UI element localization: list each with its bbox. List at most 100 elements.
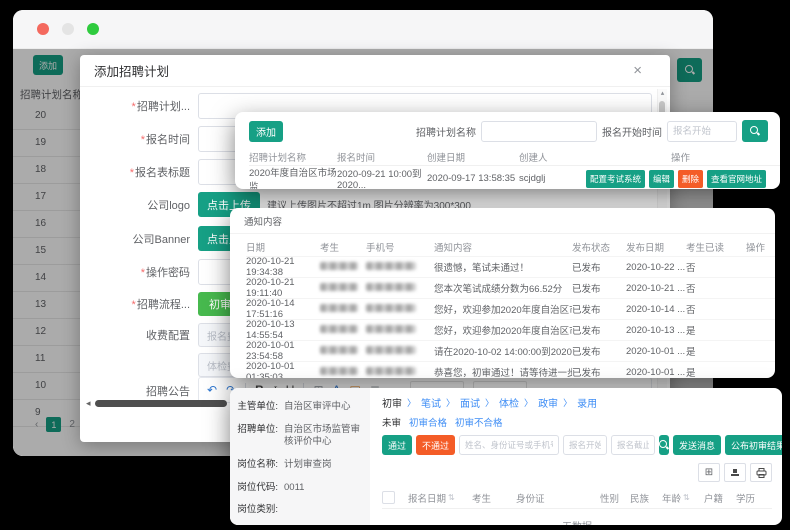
search-time-label: 报名开始时间 [602, 124, 662, 139]
table-row: 2020-10-21 19:11:40您本次笔试成绩分数为66.52分已发布20… [246, 278, 775, 299]
content-cell: 您好，欢迎参加2020年度自治区市场... [434, 302, 572, 316]
header-checkbox-cell [382, 491, 408, 504]
row-action-button[interactable]: 查看官网地址 [707, 170, 766, 188]
info-value: 0011 [284, 482, 304, 494]
row-action-button[interactable]: 编辑 [649, 170, 674, 188]
minimize-window-icon[interactable] [62, 23, 74, 35]
status-filter[interactable]: 初审合格 [409, 415, 447, 429]
column-header: 户籍 [704, 491, 736, 505]
notice-table-header: 日期考生手机号通知内容发布状态发布日期考生已读操作 [246, 237, 775, 257]
column-header: 学历 [736, 491, 766, 505]
read-cell: 是 [686, 365, 746, 378]
scroll-up-icon[interactable]: ▴ [658, 89, 667, 99]
step-tabs: 初审〉笔试〉面试〉体检〉政审〉录用 [382, 395, 772, 410]
modal-title: 添加招聘计划 [94, 61, 169, 80]
modal-header: 添加招聘计划 × [80, 55, 670, 87]
info-item: 岗位名称:计划审查岗 [236, 459, 360, 471]
hscroll-thumb[interactable] [95, 400, 227, 407]
step-separator-icon: 〉 [407, 396, 416, 409]
candidate-cell [320, 346, 366, 357]
scroll-left-icon[interactable]: ◂ [86, 398, 91, 409]
add-plan-button[interactable]: 添加 [249, 121, 283, 142]
content-cell: 您好，欢迎参加2020年度自治区市场... [434, 323, 572, 337]
row-action-button[interactable]: 删除 [678, 170, 703, 188]
column-header: 性别 [600, 491, 630, 505]
column-header: 报名时间 [337, 150, 427, 164]
content-cell: 您本次笔试成绩分数为66.52分 [434, 281, 572, 295]
review-panel: 主管单位:自治区审评中心招聘单位:自治区市场监管审核评价中心岗位名称:计划审查岗… [230, 388, 782, 525]
table-row: 2020-10-13 14:55:54 您好，欢迎参加2020年度自治区市场...… [246, 320, 775, 341]
info-label: 岗位代码: [236, 482, 278, 494]
plan-name-search-input[interactable] [481, 121, 597, 142]
table-row: 2020-10-14 17:51:16您好，欢迎参加2020年度自治区市场...… [246, 299, 775, 320]
column-header: 年龄⇅ [662, 491, 704, 505]
publish-date-cell: 2020-10-14 ... [626, 304, 686, 315]
step-tab[interactable]: 笔试 [421, 395, 441, 410]
close-icon[interactable]: × [633, 62, 642, 79]
info-label: 招聘单位: [236, 424, 278, 448]
maximize-window-icon[interactable] [87, 23, 99, 35]
window-titlebar [13, 10, 713, 49]
send-message-button[interactable]: 发送消息 [673, 435, 721, 455]
banner-label: 公司Banner [80, 231, 198, 247]
row-action-button[interactable]: 配置考试系统 [586, 170, 645, 188]
status-cell: 已发布 [572, 281, 626, 295]
signup-start-input[interactable] [667, 121, 737, 142]
search-button[interactable] [659, 435, 669, 455]
column-header: 手机号 [366, 240, 434, 254]
publish-date-cell: 2020-10-01 ... [626, 346, 686, 357]
candidate-search-input[interactable] [459, 435, 559, 455]
date-cell: 2020-10-13 14:55:54 [246, 319, 320, 341]
undo-icon[interactable]: ↶ [207, 384, 217, 396]
pass-button[interactable]: 通过 [382, 435, 412, 455]
search-icon [659, 440, 669, 450]
candidate-cell [320, 304, 366, 315]
close-window-icon[interactable] [37, 23, 49, 35]
horizontal-scrollbar[interactable]: ◂ [86, 398, 227, 409]
status-filter[interactable]: 初审不合格 [455, 415, 503, 429]
review-main: 初审〉笔试〉面试〉体检〉政审〉录用 未审初审合格初审不合格 通过 不通过 发送消… [370, 388, 782, 525]
step-tab[interactable]: 体检 [499, 395, 519, 410]
search-button[interactable] [742, 120, 768, 142]
publish-result-button[interactable]: 公布初审结果 [725, 435, 782, 455]
sort-icon[interactable]: ⇅ [448, 493, 455, 502]
step-tab[interactable]: 录用 [577, 395, 597, 410]
stamp-icon[interactable] [724, 463, 746, 482]
print-icon[interactable] [750, 463, 772, 482]
column-header: 招聘计划名称 [249, 150, 337, 164]
date-cell: 2020-10-01 23:54:58 [246, 340, 320, 362]
signup-end-input[interactable] [611, 435, 655, 455]
step-separator-icon: 〉 [485, 396, 494, 409]
plan-name-cell: 2020年度自治区市场监... [249, 165, 337, 190]
table-row: 2020-10-21 19:34:38很遗憾，笔试未通过！已发布2020-10-… [246, 257, 775, 278]
plan-table-header: 招聘计划名称报名时间创建日期创建人操作 [249, 148, 780, 166]
read-cell: 否 [686, 281, 746, 295]
signup-start-input[interactable] [563, 435, 607, 455]
column-header: 操作 [581, 150, 780, 164]
step-tab[interactable]: 政审 [538, 395, 558, 410]
date-cell: 2020-10-21 19:11:40 [246, 277, 320, 299]
info-item: 主管单位:自治区审评中心 [236, 401, 360, 413]
status-filter[interactable]: 未审 [382, 415, 401, 429]
step-tab[interactable]: 初审 [382, 395, 402, 410]
plan-toolbar: 添加 招聘计划名称 报名开始时间 [235, 112, 780, 148]
plan-creator-cell: scjdglj [519, 173, 581, 184]
step-tab[interactable]: 面试 [460, 395, 480, 410]
status-cell: 已发布 [572, 365, 626, 378]
sort-icon[interactable]: ⇅ [683, 493, 690, 502]
info-item: 岗位代码: 0011 [236, 482, 360, 494]
info-item: 招聘单位:自治区市场监管审核评价中心 [236, 424, 360, 448]
status-cell: 已发布 [572, 323, 626, 337]
select-all-checkbox[interactable] [382, 491, 395, 504]
candidate-cell [320, 325, 366, 336]
table-row: 2020-10-01 23:54:58请在2020-10-02 14:00:00… [246, 341, 775, 362]
phone-cell [366, 325, 434, 336]
fail-button[interactable]: 不通过 [416, 435, 455, 455]
logo-label: 公司logo [80, 197, 198, 213]
column-header: 操作 [746, 240, 775, 254]
column-header: 发布日期 [626, 240, 686, 254]
publish-date-cell: 2020-10-22 ... [626, 262, 686, 273]
columns-icon[interactable]: ⊞ [698, 463, 720, 482]
table-tools: ⊞ [382, 463, 772, 482]
column-header: 创建日期 [427, 150, 519, 164]
